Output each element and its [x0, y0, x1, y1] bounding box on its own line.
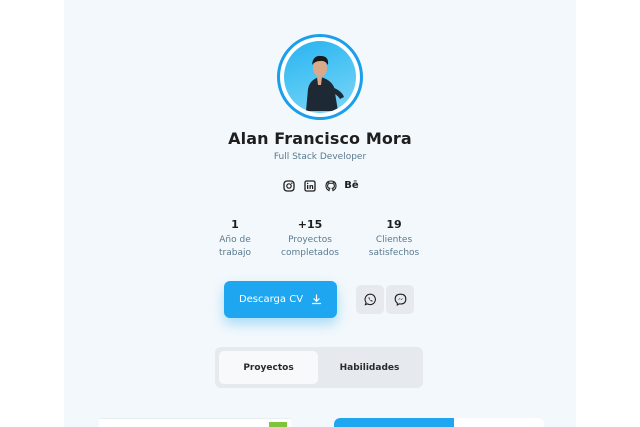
download-cv-label: Descarga CV	[238, 294, 304, 305]
profile-name: Alan Francisco Mora	[228, 129, 412, 148]
avatar-person-illustration	[306, 55, 344, 111]
download-icon	[311, 294, 322, 305]
avatar-ring	[277, 34, 363, 120]
linkedin-icon[interactable]	[303, 179, 316, 192]
github-icon[interactable]	[324, 179, 337, 192]
messenger-button[interactable]	[386, 285, 414, 314]
stat-label-line2: satisfechos	[368, 248, 420, 258]
project-card-preview[interactable]	[99, 418, 291, 427]
stat-clients: 19 Clientes satisfechos	[349, 218, 439, 260]
section-tabs: Proyectos Habilidades	[215, 347, 423, 388]
instagram-icon[interactable]	[282, 179, 295, 192]
download-cv-button[interactable]: Descarga CV	[224, 281, 337, 318]
messenger-icon	[394, 293, 406, 306]
stat-projects: +15 Proyectos completados	[265, 218, 355, 260]
stat-value: +15	[297, 218, 323, 231]
whatsapp-button[interactable]	[356, 285, 384, 314]
project-card-preview[interactable]	[334, 418, 544, 427]
stat-label-line1: Proyectos	[288, 235, 332, 245]
tab-habilidades[interactable]: Habilidades	[320, 351, 419, 384]
behance-icon[interactable]: Bē	[344, 179, 358, 192]
stat-label-line1: Clientes	[375, 235, 413, 245]
whatsapp-icon	[364, 293, 376, 306]
tab-proyectos[interactable]: Proyectos	[219, 351, 318, 384]
avatar	[284, 41, 356, 113]
stat-value: 19	[386, 218, 402, 231]
profile-role: Full Stack Developer	[273, 152, 367, 162]
stat-label-line2: completados	[281, 248, 339, 258]
social-links: Bē	[282, 179, 359, 192]
